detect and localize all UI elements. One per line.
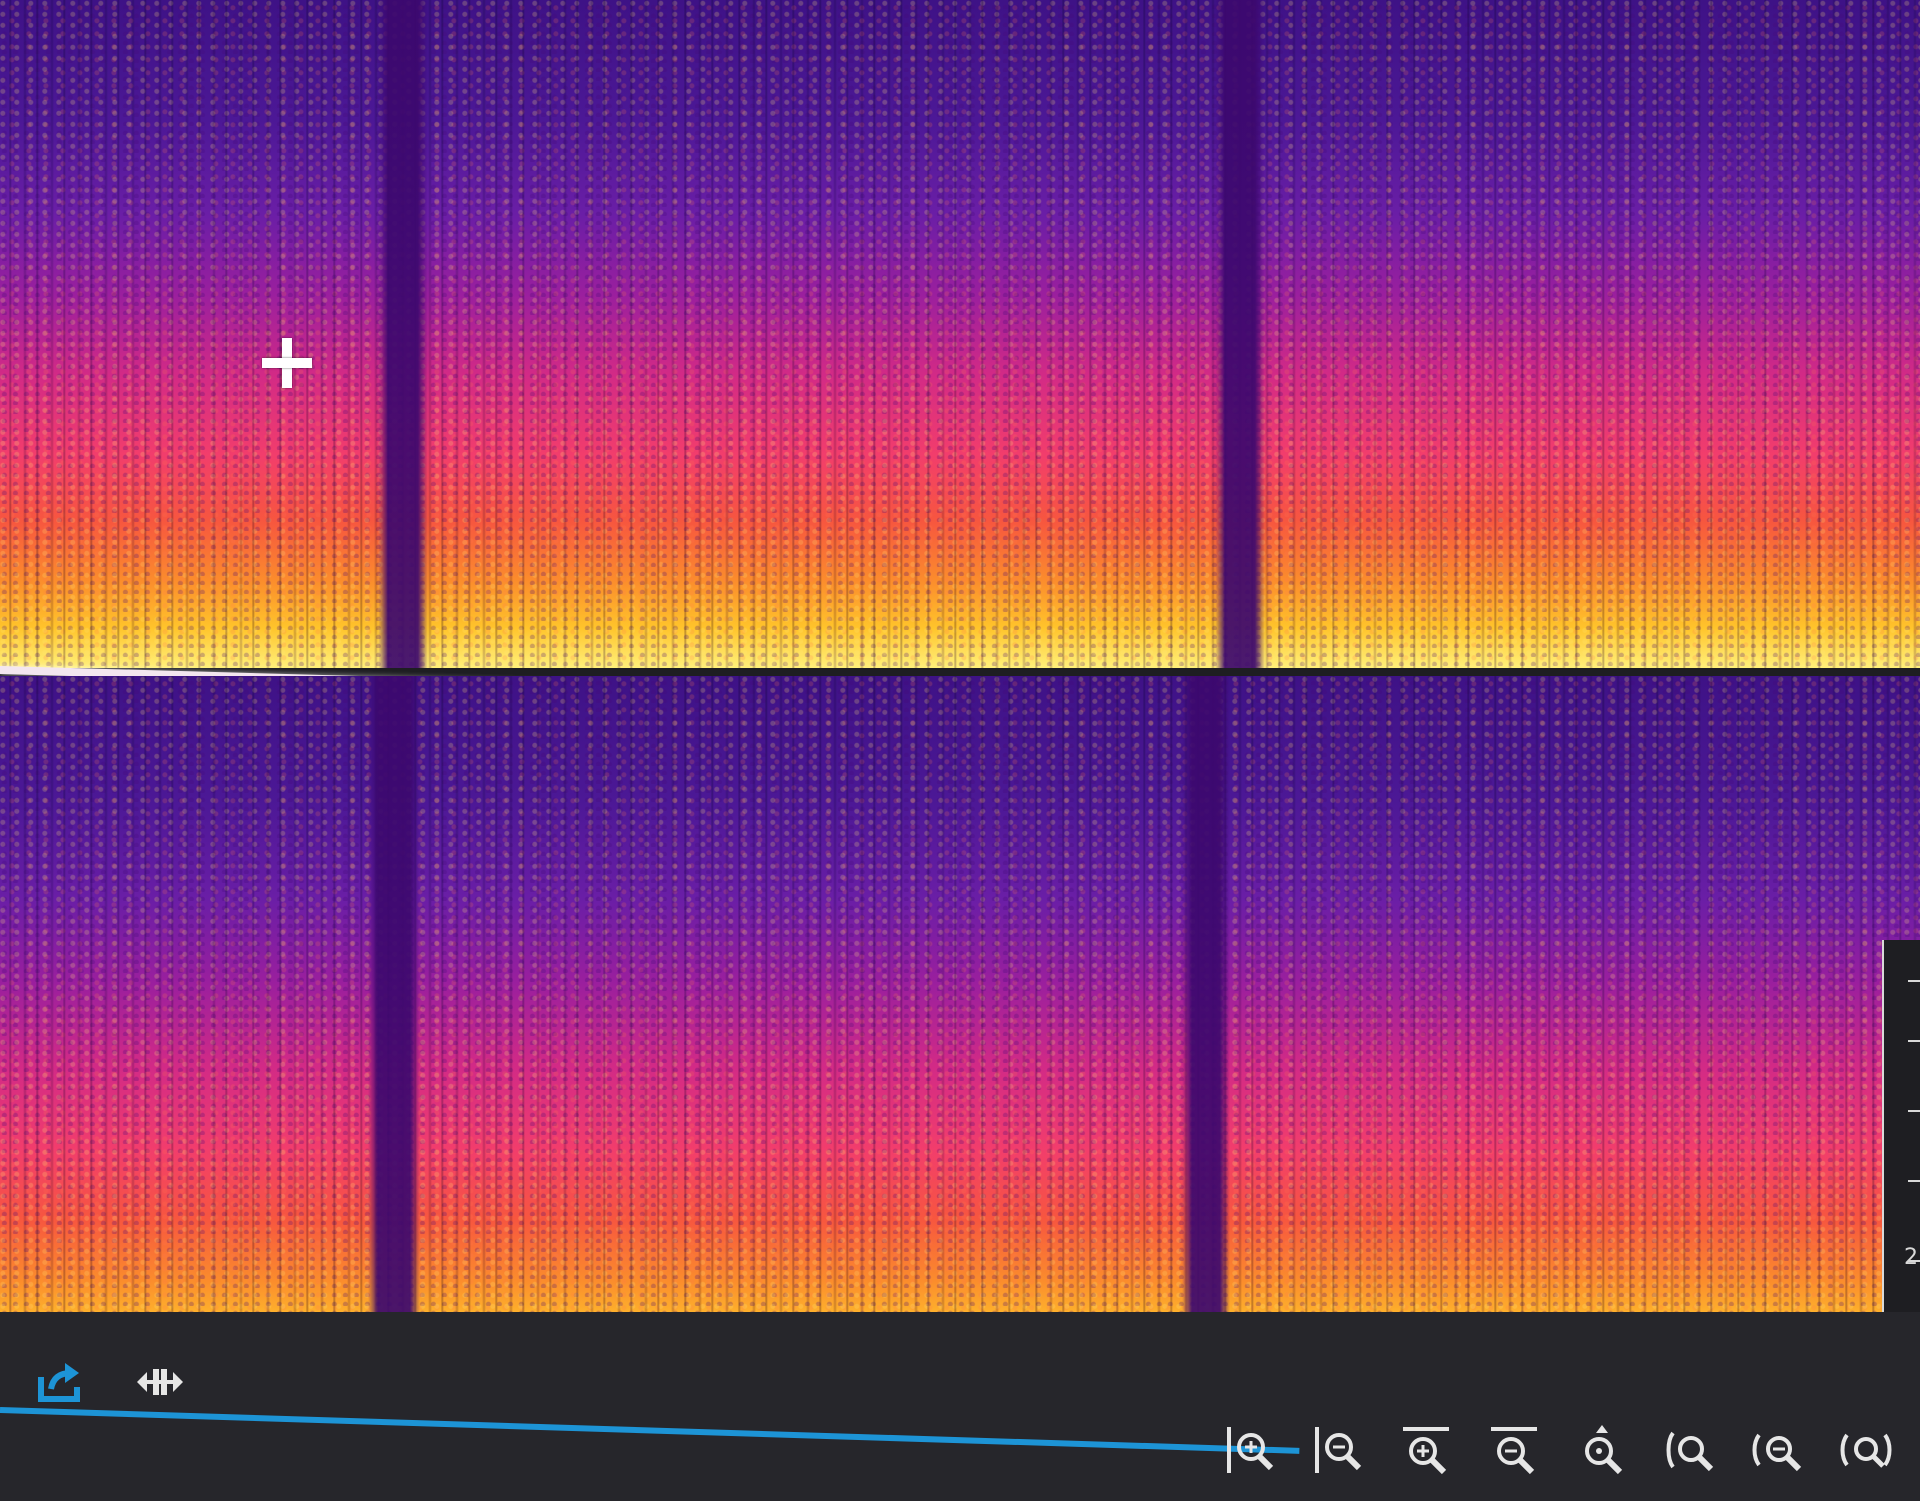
zoom-reset-icon	[1752, 1433, 1802, 1472]
zoom-out-vertical-button[interactable]	[1308, 1420, 1368, 1480]
zoom-in-horizontal-button[interactable]	[1396, 1420, 1456, 1480]
fit-horizontal-button[interactable]	[130, 1352, 190, 1412]
zoom-fit-button[interactable]	[1572, 1420, 1632, 1480]
zoom-controls	[1220, 1420, 1896, 1480]
zoom-reset-button[interactable]	[1748, 1420, 1808, 1480]
ruler-tick	[1908, 1040, 1920, 1042]
spectrogram-channel-2[interactable]	[0, 676, 1920, 1372]
ruler-tick	[1908, 980, 1920, 982]
ruler-label: 2	[1904, 1245, 1918, 1270]
zoom-in-vertical-button[interactable]	[1220, 1420, 1280, 1480]
zoom-full-button[interactable]	[1836, 1420, 1896, 1480]
zoom-out-vertical-icon	[1315, 1427, 1362, 1473]
export-button[interactable]	[30, 1352, 90, 1412]
zoom-in-vertical-icon	[1227, 1427, 1274, 1473]
export-icon	[38, 1363, 80, 1402]
crosshair-cursor-icon	[262, 338, 312, 388]
zoom-out-horizontal-icon	[1491, 1427, 1537, 1475]
ruler-tick	[1908, 1110, 1920, 1112]
zoom-in-horizontal-icon	[1403, 1427, 1449, 1475]
zoom-selection-button[interactable]	[1660, 1420, 1720, 1480]
zoom-fit-icon	[1585, 1425, 1623, 1475]
zoom-selection-icon	[1666, 1431, 1714, 1472]
zoom-full-icon	[1840, 1433, 1892, 1468]
ruler-tick	[1908, 1180, 1920, 1182]
zoom-out-horizontal-button[interactable]	[1484, 1420, 1544, 1480]
fit-horizontal-icon	[137, 1369, 183, 1395]
spectrogram-channel-1[interactable]	[0, 0, 1920, 668]
spectral-editor-window: 2 1	[0, 0, 1920, 1501]
toolbar-left-group	[30, 1352, 190, 1412]
